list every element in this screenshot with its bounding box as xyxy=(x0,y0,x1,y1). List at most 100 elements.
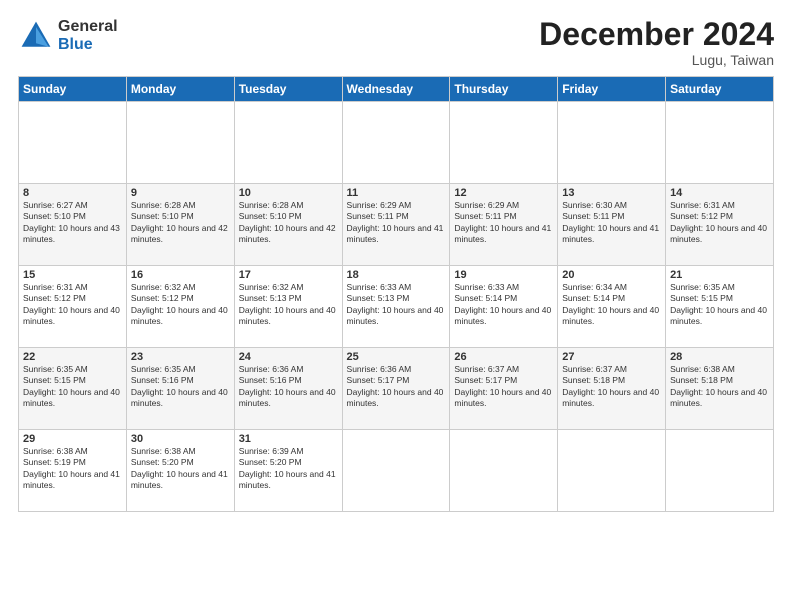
calendar-cell: 17Sunrise: 6:32 AMSunset: 5:13 PMDayligh… xyxy=(234,266,342,348)
calendar-cell: 13Sunrise: 6:30 AMSunset: 5:11 PMDayligh… xyxy=(558,184,666,266)
calendar-cell xyxy=(342,430,450,512)
day-number: 23 xyxy=(131,351,230,363)
calendar-cell xyxy=(666,430,774,512)
day-info: Sunrise: 6:35 AMSunset: 5:16 PMDaylight:… xyxy=(131,364,230,410)
day-info: Sunrise: 6:27 AMSunset: 5:10 PMDaylight:… xyxy=(23,200,122,246)
logo-text: General Blue xyxy=(58,18,118,53)
calendar-cell xyxy=(558,430,666,512)
day-info: Sunrise: 6:28 AMSunset: 5:10 PMDaylight:… xyxy=(131,200,230,246)
day-of-week-header: Tuesday xyxy=(234,77,342,102)
day-of-week-header: Monday xyxy=(126,77,234,102)
logo-icon xyxy=(18,18,54,54)
day-info: Sunrise: 6:38 AMSunset: 5:19 PMDaylight:… xyxy=(23,446,122,492)
day-number: 12 xyxy=(454,187,553,199)
day-number: 13 xyxy=(562,187,661,199)
day-number: 19 xyxy=(454,269,553,281)
day-number: 20 xyxy=(562,269,661,281)
day-info: Sunrise: 6:37 AMSunset: 5:17 PMDaylight:… xyxy=(454,364,553,410)
day-number: 10 xyxy=(239,187,338,199)
day-info: Sunrise: 6:28 AMSunset: 5:10 PMDaylight:… xyxy=(239,200,338,246)
day-of-week-header: Thursday xyxy=(450,77,558,102)
day-info: Sunrise: 6:34 AMSunset: 5:14 PMDaylight:… xyxy=(562,282,661,328)
calendar-cell: 26Sunrise: 6:37 AMSunset: 5:17 PMDayligh… xyxy=(450,348,558,430)
day-of-week-header: Friday xyxy=(558,77,666,102)
day-number: 21 xyxy=(670,269,769,281)
day-info: Sunrise: 6:38 AMSunset: 5:18 PMDaylight:… xyxy=(670,364,769,410)
day-number: 17 xyxy=(239,269,338,281)
day-info: Sunrise: 6:36 AMSunset: 5:16 PMDaylight:… xyxy=(239,364,338,410)
day-number: 11 xyxy=(347,187,446,199)
day-of-week-header: Sunday xyxy=(19,77,127,102)
day-info: Sunrise: 6:30 AMSunset: 5:11 PMDaylight:… xyxy=(562,200,661,246)
calendar-cell: 31Sunrise: 6:39 AMSunset: 5:20 PMDayligh… xyxy=(234,430,342,512)
day-number: 22 xyxy=(23,351,122,363)
calendar-cell: 22Sunrise: 6:35 AMSunset: 5:15 PMDayligh… xyxy=(19,348,127,430)
title-block: December 2024 Lugu, Taiwan xyxy=(539,18,774,68)
calendar-cell: 28Sunrise: 6:38 AMSunset: 5:18 PMDayligh… xyxy=(666,348,774,430)
calendar-cell: 14Sunrise: 6:31 AMSunset: 5:12 PMDayligh… xyxy=(666,184,774,266)
calendar-cell: 15Sunrise: 6:31 AMSunset: 5:12 PMDayligh… xyxy=(19,266,127,348)
month-title: December 2024 xyxy=(539,18,774,50)
day-number: 25 xyxy=(347,351,446,363)
calendar-body: 8Sunrise: 6:27 AMSunset: 5:10 PMDaylight… xyxy=(19,102,774,512)
day-number: 18 xyxy=(347,269,446,281)
day-info: Sunrise: 6:29 AMSunset: 5:11 PMDaylight:… xyxy=(454,200,553,246)
day-number: 30 xyxy=(131,433,230,445)
day-info: Sunrise: 6:31 AMSunset: 5:12 PMDaylight:… xyxy=(670,200,769,246)
calendar-cell xyxy=(342,102,450,184)
day-number: 9 xyxy=(131,187,230,199)
day-info: Sunrise: 6:35 AMSunset: 5:15 PMDaylight:… xyxy=(670,282,769,328)
day-number: 24 xyxy=(239,351,338,363)
day-number: 15 xyxy=(23,269,122,281)
calendar-cell xyxy=(558,102,666,184)
calendar-cell: 11Sunrise: 6:29 AMSunset: 5:11 PMDayligh… xyxy=(342,184,450,266)
header: General Blue December 2024 Lugu, Taiwan xyxy=(18,18,774,68)
day-info: Sunrise: 6:39 AMSunset: 5:20 PMDaylight:… xyxy=(239,446,338,492)
calendar-cell xyxy=(126,102,234,184)
logo-blue: Blue xyxy=(58,36,118,54)
location: Lugu, Taiwan xyxy=(539,52,774,68)
day-number: 16 xyxy=(131,269,230,281)
day-info: Sunrise: 6:33 AMSunset: 5:14 PMDaylight:… xyxy=(454,282,553,328)
day-number: 28 xyxy=(670,351,769,363)
calendar-week-row: 22Sunrise: 6:35 AMSunset: 5:15 PMDayligh… xyxy=(19,348,774,430)
calendar-cell: 24Sunrise: 6:36 AMSunset: 5:16 PMDayligh… xyxy=(234,348,342,430)
day-number: 14 xyxy=(670,187,769,199)
day-info: Sunrise: 6:32 AMSunset: 5:12 PMDaylight:… xyxy=(131,282,230,328)
day-number: 8 xyxy=(23,187,122,199)
day-number: 29 xyxy=(23,433,122,445)
calendar-cell: 9Sunrise: 6:28 AMSunset: 5:10 PMDaylight… xyxy=(126,184,234,266)
calendar-cell: 23Sunrise: 6:35 AMSunset: 5:16 PMDayligh… xyxy=(126,348,234,430)
calendar-cell: 16Sunrise: 6:32 AMSunset: 5:12 PMDayligh… xyxy=(126,266,234,348)
calendar-cell xyxy=(234,102,342,184)
calendar-table: SundayMondayTuesdayWednesdayThursdayFrid… xyxy=(18,76,774,512)
day-info: Sunrise: 6:33 AMSunset: 5:13 PMDaylight:… xyxy=(347,282,446,328)
calendar-cell xyxy=(450,430,558,512)
calendar-cell xyxy=(666,102,774,184)
calendar-cell: 30Sunrise: 6:38 AMSunset: 5:20 PMDayligh… xyxy=(126,430,234,512)
day-info: Sunrise: 6:36 AMSunset: 5:17 PMDaylight:… xyxy=(347,364,446,410)
calendar-cell: 29Sunrise: 6:38 AMSunset: 5:19 PMDayligh… xyxy=(19,430,127,512)
calendar-cell: 27Sunrise: 6:37 AMSunset: 5:18 PMDayligh… xyxy=(558,348,666,430)
page: General Blue December 2024 Lugu, Taiwan … xyxy=(0,0,792,612)
calendar-header: SundayMondayTuesdayWednesdayThursdayFrid… xyxy=(19,77,774,102)
logo-general: General xyxy=(58,18,118,36)
calendar-week-row: 15Sunrise: 6:31 AMSunset: 5:12 PMDayligh… xyxy=(19,266,774,348)
calendar-cell: 20Sunrise: 6:34 AMSunset: 5:14 PMDayligh… xyxy=(558,266,666,348)
calendar-cell: 19Sunrise: 6:33 AMSunset: 5:14 PMDayligh… xyxy=(450,266,558,348)
day-info: Sunrise: 6:32 AMSunset: 5:13 PMDaylight:… xyxy=(239,282,338,328)
calendar-cell xyxy=(19,102,127,184)
day-of-week-header: Wednesday xyxy=(342,77,450,102)
calendar-cell xyxy=(450,102,558,184)
day-number: 27 xyxy=(562,351,661,363)
calendar-cell: 12Sunrise: 6:29 AMSunset: 5:11 PMDayligh… xyxy=(450,184,558,266)
calendar-week-row xyxy=(19,102,774,184)
calendar-cell: 10Sunrise: 6:28 AMSunset: 5:10 PMDayligh… xyxy=(234,184,342,266)
calendar-cell: 25Sunrise: 6:36 AMSunset: 5:17 PMDayligh… xyxy=(342,348,450,430)
calendar-cell: 8Sunrise: 6:27 AMSunset: 5:10 PMDaylight… xyxy=(19,184,127,266)
calendar-week-row: 8Sunrise: 6:27 AMSunset: 5:10 PMDaylight… xyxy=(19,184,774,266)
day-info: Sunrise: 6:29 AMSunset: 5:11 PMDaylight:… xyxy=(347,200,446,246)
calendar-week-row: 29Sunrise: 6:38 AMSunset: 5:19 PMDayligh… xyxy=(19,430,774,512)
day-info: Sunrise: 6:37 AMSunset: 5:18 PMDaylight:… xyxy=(562,364,661,410)
day-number: 31 xyxy=(239,433,338,445)
